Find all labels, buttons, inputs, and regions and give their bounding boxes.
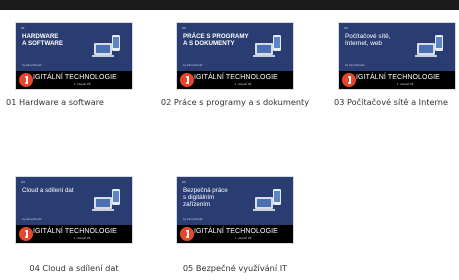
course-title: IGITÁLNÍ TECHNOLOGIE [33, 74, 117, 81]
devices-illustration-icon [92, 189, 120, 211]
course-banner: IGITÁLNÍ TECHNOLOGIE 1. stupeň ZŠ [177, 71, 293, 89]
presentation-thumbnail[interactable]: 02 PRÁCE S PROGRAMY A S DOKUMENTY by Kar… [176, 22, 294, 90]
course-subtitle: 1. stupeň ZŠ [397, 83, 414, 86]
course-subtitle: 1. stupeň ZŠ [235, 83, 252, 86]
course-subtitle: 1. stupeň ZŠ [74, 83, 91, 86]
devices-illustration-icon [253, 189, 281, 211]
course-banner: IGITÁLNÍ TECHNOLOGIE 1. stupeň ZŠ [16, 71, 132, 89]
slide-number: 04 [21, 180, 25, 184]
powerpoint-icon [180, 73, 194, 87]
course-title: IGITÁLNÍ TECHNOLOGIE [194, 74, 278, 81]
presentation-title[interactable]: 04 Cloud a sdílení dat [0, 262, 153, 274]
devices-illustration-icon [92, 35, 120, 57]
powerpoint-icon [180, 227, 194, 241]
course-banner: IGITÁLNÍ TECHNOLOGIE 1. stupeň ZŠ [339, 71, 455, 89]
slide-title: Cloud a sdílení dat [22, 187, 74, 194]
devices-illustration-icon [415, 35, 443, 57]
slide-title: Bezpečná práce s digitálním zařízením [183, 187, 228, 208]
course-title: IGITÁLNÍ TECHNOLOGIE [356, 74, 440, 81]
course-banner: IGITÁLNÍ TECHNOLOGIE 1. stupeň ZŠ [16, 225, 132, 243]
slide-author: by Karel Novák [183, 64, 203, 67]
slide-title: PRÁCE S PROGRAMY A S DOKUMENTY [183, 33, 249, 47]
powerpoint-icon [19, 73, 33, 87]
presentation-thumbnail[interactable]: 04 Cloud a sdílení dat by Karel Novák IG… [15, 176, 133, 244]
presentation-thumbnail[interactable]: 01 HARDWARE A SOFTWARE by Karel Novák IG… [15, 22, 133, 90]
slide-title: Počítačové sítě, Internet, web [345, 33, 391, 47]
course-subtitle: 1. stupeň ZŠ [74, 237, 91, 240]
course-title: IGITÁLNÍ TECHNOLOGIE [194, 228, 278, 235]
slide-author: by Karel Novák [345, 64, 365, 67]
slide-number: 05 [182, 180, 186, 184]
course-title: IGITÁLNÍ TECHNOLOGIE [33, 228, 117, 235]
powerpoint-icon [19, 227, 33, 241]
presentation-thumbnail[interactable]: 05 Bezpečná práce s digitálním zařízením… [176, 176, 294, 244]
presentation-title[interactable]: 05 Bezpečné využívání IT [156, 262, 314, 274]
slide-title: HARDWARE A SOFTWARE [22, 33, 64, 47]
slide-author: by Karel Novák [183, 218, 203, 221]
powerpoint-icon [342, 73, 356, 87]
slide-number: 02 [182, 26, 186, 30]
devices-illustration-icon [253, 35, 281, 57]
course-subtitle: 1. stupeň ZŠ [235, 237, 252, 240]
course-banner: IGITÁLNÍ TECHNOLOGIE 1. stupeň ZŠ [177, 225, 293, 243]
slide-number: 03 [344, 26, 348, 30]
presentation-title[interactable]: 02 Práce s programy a s dokumenty [156, 96, 314, 108]
slide-author: by Karel Novák [22, 64, 42, 67]
slide-author: by Karel Novák [22, 218, 42, 221]
presentation-grid: 01 HARDWARE A SOFTWARE by Karel Novák IG… [0, 0, 459, 280]
presentation-title[interactable]: 01 Hardware a software [0, 96, 164, 108]
presentation-thumbnail[interactable]: 03 Počítačové sítě, Internet, web by Kar… [338, 22, 456, 90]
slide-number: 01 [21, 26, 25, 30]
presentation-title[interactable]: 03 Počítačové sítě a Interne [334, 96, 459, 108]
